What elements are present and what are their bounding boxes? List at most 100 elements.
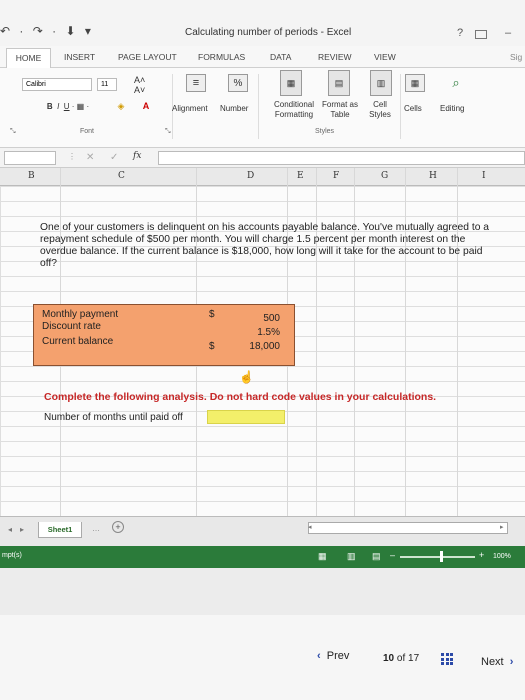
- sheet-more-icon[interactable]: …: [92, 524, 100, 533]
- answer-cell[interactable]: [207, 410, 285, 424]
- font-size-box[interactable]: 11: [97, 78, 117, 91]
- tab-page-layout[interactable]: PAGE LAYOUT: [118, 52, 177, 62]
- column-header-c[interactable]: C: [118, 171, 125, 181]
- page-of: of: [396, 653, 406, 664]
- normal-view-icon[interactable]: ▦: [318, 551, 327, 562]
- scroll-right-arrow-icon[interactable]: ▸: [500, 523, 504, 531]
- sign-in-link[interactable]: Sig: [510, 52, 522, 62]
- format-as-table-button[interactable]: Format as Table: [318, 100, 362, 120]
- styles-group-label: Styles: [315, 128, 335, 135]
- font-name-box[interactable]: Calibri: [22, 78, 92, 91]
- desktop-below-window: [0, 568, 525, 615]
- cells-icon[interactable]: ▦: [405, 74, 425, 92]
- zoom-slider-thumb[interactable]: [440, 551, 443, 562]
- grow-shrink-font-icon[interactable]: A˄ A˅: [134, 75, 156, 95]
- sheet-scroll-right-icon[interactable]: ▸: [20, 525, 24, 534]
- name-box[interactable]: [4, 151, 56, 165]
- current-balance-value[interactable]: 18,000: [249, 341, 280, 352]
- minimize-button[interactable]: –: [505, 27, 511, 39]
- alignment-button[interactable]: Alignment: [172, 104, 208, 113]
- column-headers: B C D E F G H I: [0, 168, 525, 186]
- enter-check-icon[interactable]: ✓: [110, 152, 118, 163]
- conditional-formatting-icon[interactable]: ▦: [280, 70, 302, 96]
- editing-button[interactable]: Editing: [440, 104, 464, 113]
- percent-icon[interactable]: %: [228, 74, 248, 92]
- zoom-level[interactable]: 100%: [493, 553, 511, 560]
- cell-styles-icon[interactable]: ▥: [370, 70, 392, 96]
- font-color-icon[interactable]: A: [137, 100, 155, 112]
- title-bar: ↶ · ↷ · ⬇ ▾ Calculating number of period…: [0, 0, 525, 46]
- grid-menu-icon[interactable]: [441, 653, 453, 665]
- column-divider: [316, 168, 317, 516]
- zoom-in-icon[interactable]: +: [479, 550, 484, 560]
- tab-data[interactable]: DATA: [270, 52, 291, 62]
- page-break-view-icon[interactable]: ▤: [372, 551, 381, 562]
- page-layout-view-icon[interactable]: ▥: [347, 551, 356, 562]
- number-button[interactable]: Number: [220, 104, 248, 113]
- monthly-payment-value[interactable]: 500: [263, 313, 280, 324]
- hand-cursor-icon: ☝: [239, 370, 254, 384]
- alignment-icon[interactable]: ≡: [186, 74, 206, 92]
- tab-view[interactable]: VIEW: [374, 52, 396, 62]
- help-button[interactable]: ?: [457, 27, 463, 39]
- excel-screen: ↶ · ↷ · ⬇ ▾ Calculating number of period…: [0, 0, 525, 615]
- insert-function-icon[interactable]: fx: [133, 151, 141, 161]
- ribbon-display-icon[interactable]: [475, 30, 487, 39]
- cells-button[interactable]: Cells: [404, 104, 422, 113]
- add-sheet-icon[interactable]: +: [112, 521, 124, 533]
- window-title: Calculating number of periods - Excel: [185, 27, 352, 38]
- total-pages: 17: [408, 653, 420, 664]
- column-header-i[interactable]: I: [482, 171, 486, 181]
- formula-input[interactable]: [158, 151, 525, 165]
- chevron-right-icon: ›: [509, 656, 514, 668]
- sheet-tab-sheet1[interactable]: Sheet1: [38, 522, 82, 538]
- next-button[interactable]: Next ›: [481, 656, 513, 668]
- tab-formulas[interactable]: FORMULAS: [198, 52, 245, 62]
- column-divider: [405, 168, 406, 516]
- tab-home[interactable]: HOME: [6, 48, 51, 68]
- discount-rate-value[interactable]: 1.5%: [257, 327, 280, 338]
- horizontal-scrollbar[interactable]: [308, 522, 508, 534]
- page-navigation: ‹ Prev 10 of 17 Next ›: [0, 615, 525, 700]
- formula-bar: ⋮ ✕ ✓ fx: [0, 148, 525, 168]
- ribbon-tabs: HOME INSERT PAGE LAYOUT FORMULAS DATA RE…: [0, 46, 525, 68]
- tab-insert[interactable]: INSERT: [64, 52, 95, 62]
- group-divider: [400, 74, 401, 139]
- cell-styles-button[interactable]: Cell Styles: [362, 100, 398, 120]
- current-balance-label: Current balance: [42, 336, 114, 347]
- font-launcher-icon[interactable]: ⤡: [165, 128, 171, 136]
- column-header-f[interactable]: F: [333, 171, 339, 181]
- column-header-b[interactable]: B: [28, 171, 35, 181]
- page-counter: 10 of 17: [383, 653, 419, 664]
- zoom-out-icon[interactable]: –: [390, 550, 395, 560]
- quick-access-toolbar[interactable]: ↶ · ↷ · ⬇ ▾: [0, 24, 94, 38]
- scroll-left-arrow-icon[interactable]: ◂: [308, 523, 312, 531]
- group-divider: [258, 74, 259, 139]
- formula-bar-options-icon[interactable]: ⋮: [68, 152, 76, 161]
- instruction-text: Complete the following analysis. Do not …: [44, 391, 437, 403]
- cancel-icon[interactable]: ✕: [86, 152, 94, 163]
- binoculars-icon[interactable]: ⌕: [446, 74, 466, 92]
- status-message: mpt(s): [2, 552, 22, 559]
- status-bar: mpt(s) ▦ ▥ ▤ – + 100%: [0, 546, 525, 568]
- column-header-e[interactable]: E: [297, 171, 304, 181]
- zoom-slider[interactable]: [400, 556, 475, 558]
- problem-statement: One of your customers is delinquent on h…: [40, 222, 490, 269]
- format-as-table-icon[interactable]: ▤: [328, 70, 350, 96]
- conditional-formatting-button[interactable]: Conditional Formatting: [264, 100, 324, 120]
- column-header-h[interactable]: H: [429, 171, 437, 181]
- next-label: Next: [481, 656, 504, 668]
- fill-color-icon[interactable]: ◈: [112, 100, 130, 112]
- font-group-label: Font: [80, 128, 95, 135]
- column-header-d[interactable]: D: [247, 171, 254, 181]
- discount-rate-label: Discount rate: [42, 321, 101, 332]
- clipboard-launcher-icon[interactable]: ⤡: [10, 128, 16, 136]
- tab-review[interactable]: REVIEW: [318, 52, 352, 62]
- current-balance-currency: $: [209, 341, 215, 352]
- prev-button[interactable]: ‹ Prev: [317, 650, 349, 662]
- current-page: 10: [383, 653, 395, 664]
- sheet-scroll-left-icon[interactable]: ◂: [8, 525, 12, 534]
- column-divider: [354, 168, 355, 516]
- column-header-g[interactable]: G: [381, 171, 388, 181]
- bold-italic-underline-icons[interactable]: B I U · ▦ ·: [28, 100, 108, 112]
